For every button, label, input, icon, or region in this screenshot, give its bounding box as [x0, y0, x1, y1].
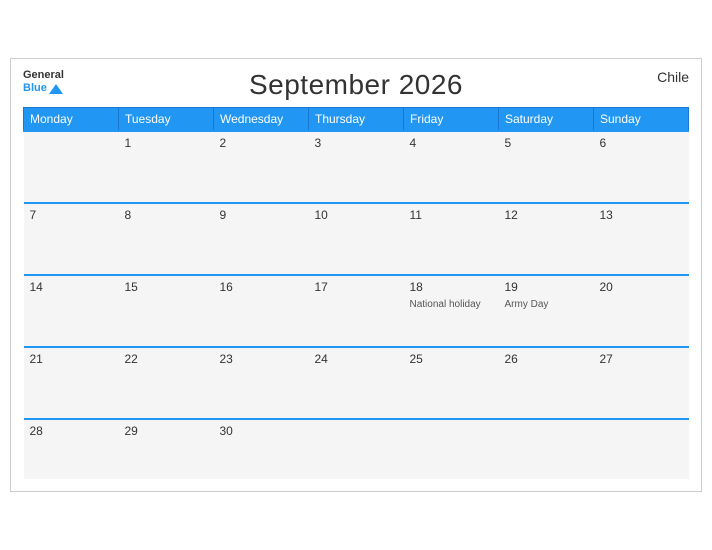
- day-number: 3: [315, 136, 398, 150]
- day-cell: 29: [119, 419, 214, 479]
- calendar-title: September 2026: [249, 69, 463, 101]
- day-number: 1: [125, 136, 208, 150]
- week-row-3: 14 15 16 17 18 National holiday 19 Army Day 20: [24, 275, 689, 347]
- col-header-tuesday: Tuesday: [119, 108, 214, 132]
- day-cell: 8: [119, 203, 214, 275]
- day-cell: [404, 419, 499, 479]
- day-cell: 3: [309, 131, 404, 203]
- calendar-grid: MondayTuesdayWednesdayThursdayFridaySatu…: [23, 107, 689, 479]
- day-cell: 22: [119, 347, 214, 419]
- day-cell: 11: [404, 203, 499, 275]
- day-cell: 7: [24, 203, 119, 275]
- day-number: 14: [30, 280, 113, 294]
- col-header-monday: Monday: [24, 108, 119, 132]
- week-row-4: 21 22 23 24 25 26 27: [24, 347, 689, 419]
- day-number: 18: [410, 280, 493, 294]
- day-number: 10: [315, 208, 398, 222]
- day-cell: 6: [594, 131, 689, 203]
- day-number: 23: [220, 352, 303, 366]
- day-number: 29: [125, 424, 208, 438]
- calendar-header-row: MondayTuesdayWednesdayThursdayFridaySatu…: [24, 108, 689, 132]
- week-row-2: 789 10 11 12 13: [24, 203, 689, 275]
- day-number: 27: [600, 352, 683, 366]
- day-number: 17: [315, 280, 398, 294]
- day-cell: 2: [214, 131, 309, 203]
- day-cell: 13: [594, 203, 689, 275]
- logo: General Blue: [23, 69, 64, 95]
- logo-triangle-icon: [49, 84, 63, 94]
- day-cell: 1: [119, 131, 214, 203]
- day-cell: 14: [24, 275, 119, 347]
- day-number: 7: [30, 208, 113, 222]
- col-header-thursday: Thursday: [309, 108, 404, 132]
- day-event: National holiday: [410, 299, 481, 310]
- col-header-saturday: Saturday: [499, 108, 594, 132]
- day-cell: 16: [214, 275, 309, 347]
- day-number: 19: [505, 280, 588, 294]
- day-cell: 19 Army Day: [499, 275, 594, 347]
- day-number: 2: [220, 136, 303, 150]
- day-number: 16: [220, 280, 303, 294]
- day-number: 12: [505, 208, 588, 222]
- day-number: 13: [600, 208, 683, 222]
- day-cell: [24, 131, 119, 203]
- day-cell: [309, 419, 404, 479]
- day-number: 30: [220, 424, 303, 438]
- day-cell: 12: [499, 203, 594, 275]
- col-header-friday: Friday: [404, 108, 499, 132]
- day-cell: 10: [309, 203, 404, 275]
- day-cell: [499, 419, 594, 479]
- day-event: Army Day: [505, 299, 549, 310]
- col-header-sunday: Sunday: [594, 108, 689, 132]
- day-cell: 4: [404, 131, 499, 203]
- day-cell: 24: [309, 347, 404, 419]
- day-number: 5: [505, 136, 588, 150]
- day-cell: 21: [24, 347, 119, 419]
- day-cell: 23: [214, 347, 309, 419]
- day-cell: [594, 419, 689, 479]
- day-cell: 20: [594, 275, 689, 347]
- day-number: 28: [30, 424, 113, 438]
- day-number: 11: [410, 208, 493, 222]
- calendar-header: General Blue September 2026 Chile: [23, 69, 689, 101]
- day-number: 24: [315, 352, 398, 366]
- day-cell: 27: [594, 347, 689, 419]
- day-number: 15: [125, 280, 208, 294]
- calendar-container: General Blue September 2026 Chile Monday…: [10, 58, 702, 492]
- day-number: 4: [410, 136, 493, 150]
- col-header-wednesday: Wednesday: [214, 108, 309, 132]
- day-number: 20: [600, 280, 683, 294]
- day-cell: 9: [214, 203, 309, 275]
- day-number: 26: [505, 352, 588, 366]
- week-row-5: 28 29 30: [24, 419, 689, 479]
- day-cell: 30: [214, 419, 309, 479]
- day-number: 6: [600, 136, 683, 150]
- day-cell: 25: [404, 347, 499, 419]
- day-cell: 15: [119, 275, 214, 347]
- logo-general-text: General: [23, 69, 64, 82]
- day-number: 21: [30, 352, 113, 366]
- logo-blue-text: Blue: [23, 82, 47, 95]
- day-cell: 18 National holiday: [404, 275, 499, 347]
- day-cell: 5: [499, 131, 594, 203]
- country-label: Chile: [657, 69, 689, 85]
- day-number: 9: [220, 208, 303, 222]
- day-number: 8: [125, 208, 208, 222]
- day-number: 25: [410, 352, 493, 366]
- week-row-1: 123456: [24, 131, 689, 203]
- day-cell: 26: [499, 347, 594, 419]
- day-number: 22: [125, 352, 208, 366]
- day-cell: 17: [309, 275, 404, 347]
- day-cell: 28: [24, 419, 119, 479]
